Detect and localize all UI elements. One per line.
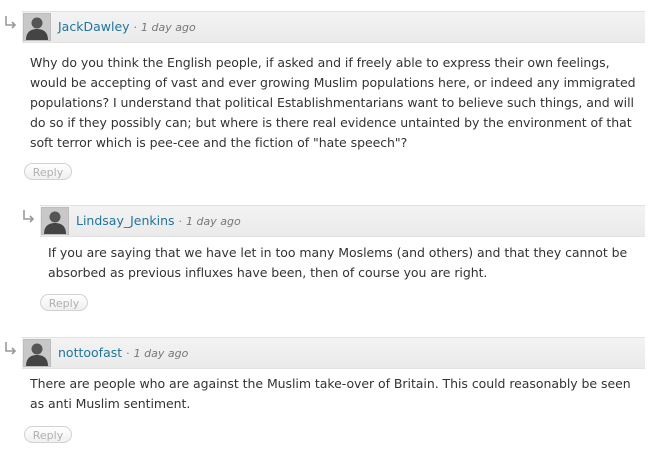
comment-body: There are people who are against the Mus… <box>30 374 645 414</box>
meta-separator: · <box>126 347 130 360</box>
reply-arrow-icon <box>20 209 36 225</box>
comment-thread: JackDawley · 1 day ago Why do you think … <box>0 0 655 460</box>
comment-header: JackDawley · 1 day ago <box>22 11 645 43</box>
avatar[interactable] <box>23 13 51 41</box>
comment-header: nottoofast · 1 day ago <box>22 337 645 369</box>
author-link[interactable]: Lindsay_Jenkins <box>76 213 175 228</box>
reply-button[interactable]: Reply <box>24 426 72 443</box>
comment-lindsay-jenkins: Lindsay_Jenkins · 1 day ago If you are s… <box>20 205 645 315</box>
comment-meta: Lindsay_Jenkins · 1 day ago <box>76 213 241 230</box>
avatar[interactable] <box>41 207 69 235</box>
author-link[interactable]: JackDawley <box>58 19 130 34</box>
timestamp[interactable]: 1 day ago <box>186 215 241 228</box>
author-link[interactable]: nottoofast <box>58 345 122 360</box>
comment-meta: nottoofast · 1 day ago <box>58 345 188 362</box>
comment-meta: JackDawley · 1 day ago <box>58 19 196 36</box>
comment-body: If you are saying that we have let in to… <box>48 243 643 283</box>
comment-text: There are people who are against the Mus… <box>30 376 631 411</box>
timestamp[interactable]: 1 day ago <box>141 21 196 34</box>
comment-header: Lindsay_Jenkins · 1 day ago <box>40 205 645 237</box>
meta-separator: · <box>133 21 138 34</box>
comment-text: Why do you think the English people, if … <box>30 55 636 150</box>
reply-arrow-icon <box>2 15 18 31</box>
avatar[interactable] <box>23 339 51 367</box>
comment-body: Why do you think the English people, if … <box>30 53 645 153</box>
reply-button[interactable]: Reply <box>24 163 72 180</box>
comment-jackdawley: JackDawley · 1 day ago Why do you think … <box>2 11 645 181</box>
reply-arrow-icon <box>2 341 18 357</box>
comment-text: If you are saying that we have let in to… <box>48 245 628 280</box>
timestamp[interactable]: 1 day ago <box>134 347 189 360</box>
comment-nottoofast: nottoofast · 1 day ago There are people … <box>2 337 645 447</box>
meta-separator: · <box>178 215 183 228</box>
reply-button[interactable]: Reply <box>40 294 88 311</box>
